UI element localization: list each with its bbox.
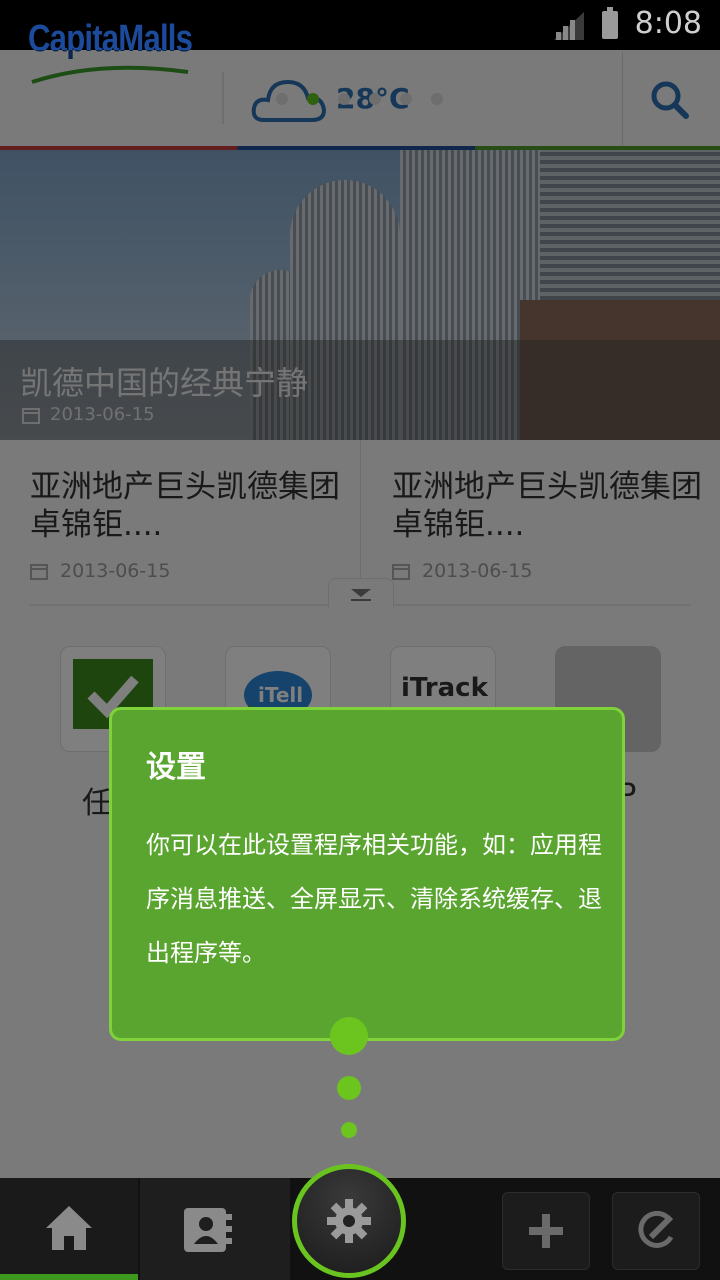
pointer-dot: [330, 1017, 368, 1055]
pointer-dot: [341, 1122, 357, 1138]
signal-icon: [554, 12, 584, 40]
tooltip-title: 设置: [146, 750, 206, 785]
settings-tooltip: 设置 你可以在此设置程序相关功能，如：应用程序消息推送、全屏显示、清除系统缓存、…: [109, 707, 625, 1041]
status-time: 8:08: [634, 6, 702, 41]
nav-home[interactable]: [0, 1178, 138, 1280]
home-icon: [46, 1206, 92, 1250]
settings-icon: [327, 1199, 371, 1243]
nav-settings[interactable]: [292, 1164, 406, 1278]
battery-icon: [602, 7, 618, 39]
nav-edit[interactable]: [612, 1192, 700, 1270]
plus-icon: [529, 1214, 563, 1248]
contacts-icon: [184, 1208, 232, 1252]
nav-contacts[interactable]: [140, 1178, 290, 1280]
edit-icon: [638, 1211, 674, 1248]
tooltip-body: 你可以在此设置程序相关功能，如：应用程序消息推送、全屏显示、清除系统缓存、退出程…: [146, 831, 602, 967]
nav-add[interactable]: [502, 1192, 590, 1270]
pointer-dot: [337, 1076, 361, 1100]
